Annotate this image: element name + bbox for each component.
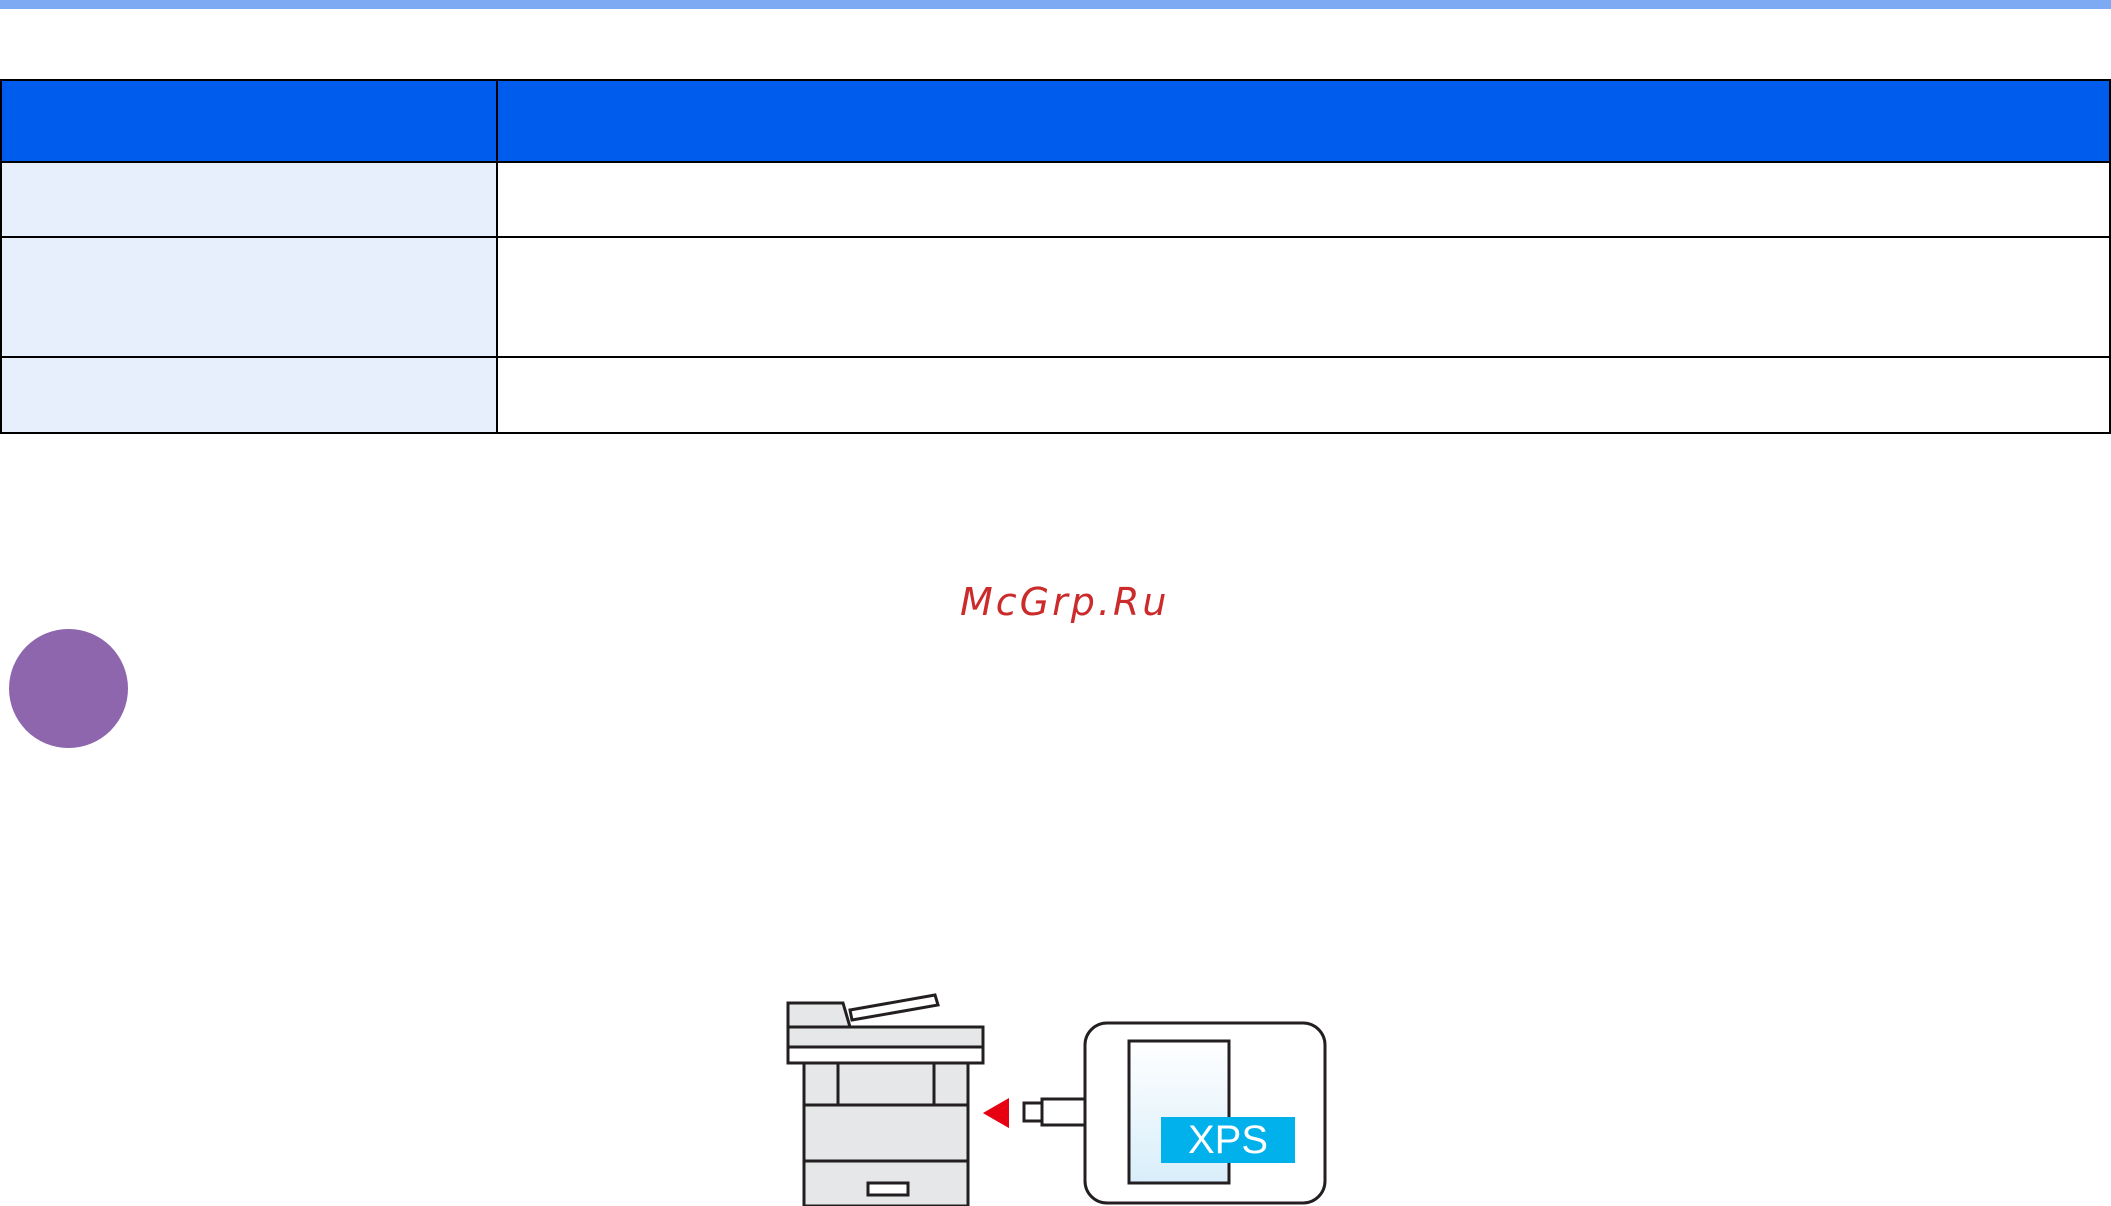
printer-icon xyxy=(786,993,985,1206)
row-label xyxy=(0,356,498,434)
table-row xyxy=(0,161,2111,238)
table-row xyxy=(0,356,2111,434)
watermark: McGrp.Ru xyxy=(960,580,1170,624)
table-header-value xyxy=(496,79,2111,163)
spec-table xyxy=(0,79,2111,434)
table-header-row xyxy=(0,79,2111,163)
table-row xyxy=(0,236,2111,358)
step-marker xyxy=(9,629,128,748)
row-label xyxy=(0,236,498,358)
row-label xyxy=(0,161,498,238)
usb-print-illustration: XPS xyxy=(786,993,1327,1206)
xps-badge-label: XPS xyxy=(1188,1118,1268,1162)
row-value xyxy=(496,161,2111,238)
row-value xyxy=(496,236,2111,358)
row-value xyxy=(496,356,2111,434)
xps-document-icon: XPS xyxy=(1083,1021,1327,1205)
manual-page: McGrp.Ru XPS xyxy=(0,0,2111,1206)
table-header-label xyxy=(0,79,498,163)
header-rule xyxy=(0,0,2111,9)
